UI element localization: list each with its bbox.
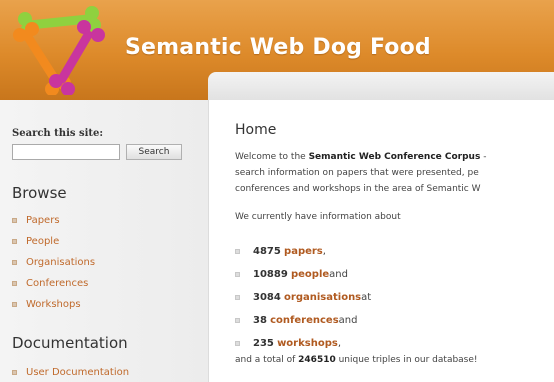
summary-text: and a total of 246510 unique triples in … xyxy=(235,355,554,365)
stat-item-papers: 4875 papers, xyxy=(235,240,371,263)
search-button[interactable]: Search xyxy=(126,144,182,160)
stat-item-organisations: 3084 organisations at xyxy=(235,286,371,309)
bullet-icon xyxy=(12,370,17,375)
sidebar-item-people: People xyxy=(12,231,95,252)
bullet-icon xyxy=(235,295,240,300)
stat-link-workshops[interactable]: workshops xyxy=(277,338,338,349)
welcome-line-3: conferences and workshops in the area of… xyxy=(235,184,481,194)
sidebar-item-conferences: Conferences xyxy=(12,273,95,294)
site-header: Semantic Web Dog Food xyxy=(0,0,554,100)
corpus-name: Semantic Web Conference Corpus xyxy=(308,152,481,162)
main-content: Home Welcome to the Semantic Web Confere… xyxy=(208,100,554,382)
browse-heading: Browse xyxy=(12,184,67,202)
stat-number: 38 xyxy=(253,315,267,326)
bullet-icon xyxy=(235,249,240,254)
stat-link-people[interactable]: people xyxy=(291,269,329,280)
sidebar-item-organisations: Organisations xyxy=(12,252,95,273)
magenta-bone-icon xyxy=(49,20,105,95)
stat-link-organisations[interactable]: organisations xyxy=(284,292,361,303)
summary-prefix: and a total of xyxy=(235,355,299,365)
bullet-icon xyxy=(12,302,17,307)
conferences-link[interactable]: Conferences xyxy=(26,278,88,289)
dog-bones-logo[interactable] xyxy=(8,5,108,95)
bullet-icon xyxy=(235,272,240,277)
sidebar: Search this site: Search Browse Papers P… xyxy=(0,100,208,382)
stat-number: 3084 xyxy=(253,292,281,303)
papers-link[interactable]: Papers xyxy=(26,215,60,226)
summary-suffix: unique triples in our database! xyxy=(335,355,478,365)
browse-list: Papers People Organisations Conferences … xyxy=(12,210,95,315)
welcome-line-2: search information on papers that were p… xyxy=(235,168,479,178)
stat-tail: , xyxy=(337,338,341,349)
welcome-line-1: Welcome to the Semantic Web Conference C… xyxy=(235,152,554,162)
stat-link-papers[interactable]: papers xyxy=(284,246,323,257)
intro-text: We currently have information about xyxy=(235,212,401,222)
people-link[interactable]: People xyxy=(26,236,59,247)
user-documentation-link[interactable]: User Documentation xyxy=(26,367,129,378)
stat-number: 10889 xyxy=(253,269,288,280)
welcome-suffix: - xyxy=(480,152,487,162)
documentation-list: User Documentation xyxy=(12,362,129,382)
bullet-icon xyxy=(12,260,17,265)
bullet-icon xyxy=(12,218,17,223)
stat-number: 235 xyxy=(253,338,274,349)
welcome-prefix: Welcome to the xyxy=(235,152,309,162)
page-title: Home xyxy=(235,122,277,138)
stat-tail: , xyxy=(322,246,326,257)
search-label: Search this site: xyxy=(12,128,104,139)
stat-tail: and xyxy=(329,269,348,280)
stat-item-people: 10889 people and xyxy=(235,263,371,286)
sidebar-item-papers: Papers xyxy=(12,210,95,231)
workshops-link[interactable]: Workshops xyxy=(26,299,81,310)
organisations-link[interactable]: Organisations xyxy=(26,257,95,268)
documentation-heading: Documentation xyxy=(12,334,128,352)
site-title[interactable]: Semantic Web Dog Food xyxy=(125,35,431,60)
stat-link-conferences[interactable]: conferences xyxy=(270,315,339,326)
content-top-bar xyxy=(208,72,554,100)
bullet-icon xyxy=(235,318,240,323)
stat-item-workshops: 235 workshops, xyxy=(235,332,371,355)
stat-number: 4875 xyxy=(253,246,281,257)
stat-tail: and xyxy=(338,315,358,326)
triples-count: 246510 xyxy=(298,355,336,365)
sidebar-item-workshops: Workshops xyxy=(12,294,95,315)
bullet-icon xyxy=(12,239,17,244)
stat-item-conferences: 38 conferences and xyxy=(235,309,371,332)
stats-list: 4875 papers, 10889 people and 3084 organ… xyxy=(235,240,371,355)
search-input[interactable] xyxy=(12,144,120,160)
sidebar-item-user-documentation: User Documentation xyxy=(12,362,129,382)
stat-tail: at xyxy=(361,292,372,303)
bullet-icon xyxy=(12,281,17,286)
bullet-icon xyxy=(235,341,240,346)
